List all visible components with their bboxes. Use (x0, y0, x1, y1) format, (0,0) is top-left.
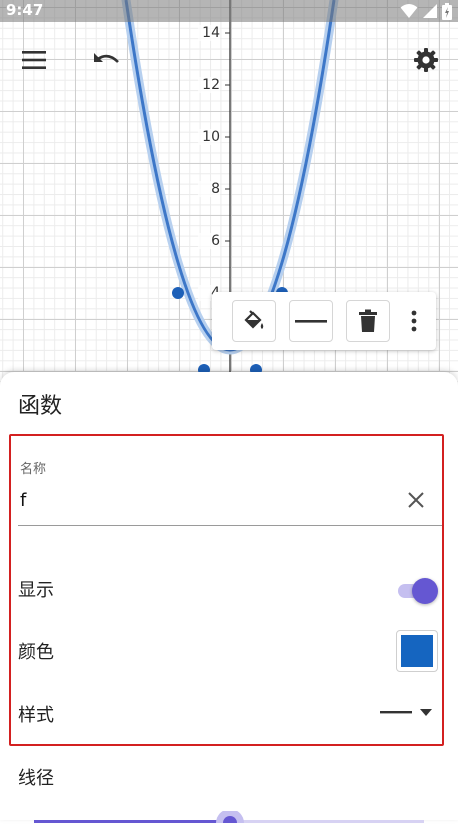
menu-button[interactable] (16, 42, 52, 78)
line-width-slider[interactable] (34, 808, 424, 827)
sheet-title: 函数 (18, 394, 63, 419)
show-label: 显示 (18, 580, 54, 601)
wifi-icon (400, 4, 418, 18)
graph-svg (121, 0, 339, 420)
status-time: 9:47 (6, 1, 44, 19)
menu-icon (22, 51, 46, 69)
signal-icon (423, 4, 437, 18)
y-tick-label: 6 (198, 233, 220, 249)
battery-icon (442, 2, 452, 20)
settings-button[interactable] (408, 42, 444, 78)
chevron-down-icon (420, 709, 432, 716)
color-swatch-button[interactable] (396, 630, 438, 672)
y-tick-label: 12 (198, 77, 220, 93)
slider-graphic (34, 809, 424, 827)
toggle-knob (412, 578, 438, 604)
curve-point (172, 287, 184, 299)
line-style-preview (380, 709, 432, 716)
name-field[interactable]: f (20, 490, 26, 511)
show-toggle[interactable] (396, 578, 438, 604)
y-tick-label: 14 (198, 25, 220, 41)
status-icons (400, 2, 452, 20)
color-swatch-fill (401, 635, 433, 667)
properties-sheet: 函数 名称 f 显示 颜色 样式 线径 (0, 372, 458, 827)
clear-name-button[interactable] (404, 488, 428, 512)
style-label: 样式 (18, 705, 54, 726)
y-tick-label: 10 (198, 129, 220, 145)
line-width-label: 线径 (18, 768, 54, 789)
y-tick-label: 8 (198, 181, 220, 197)
graph-canvas[interactable]: 14 12 10 8 6 4 (0, 0, 458, 420)
line-style-dropdown[interactable] (378, 702, 440, 724)
delete-button[interactable] (346, 300, 390, 342)
fill-color-button[interactable] (232, 300, 276, 342)
color-label: 颜色 (18, 642, 54, 663)
highlight-frame (9, 434, 444, 746)
undo-button[interactable] (88, 42, 124, 78)
object-toolbar (212, 292, 436, 350)
undo-icon (94, 53, 119, 63)
paint-bucket-icon (244, 310, 264, 329)
name-field-underline (18, 525, 442, 526)
line-style-icon (295, 320, 327, 323)
status-bar: 9:47 (0, 0, 458, 22)
trash-icon (359, 309, 377, 332)
more-options-button[interactable] (404, 309, 424, 333)
more-vert-icon (411, 310, 417, 332)
name-field-label: 名称 (20, 462, 47, 477)
close-icon (408, 492, 424, 508)
gear-icon (414, 48, 438, 72)
line-style-button[interactable] (289, 300, 333, 342)
